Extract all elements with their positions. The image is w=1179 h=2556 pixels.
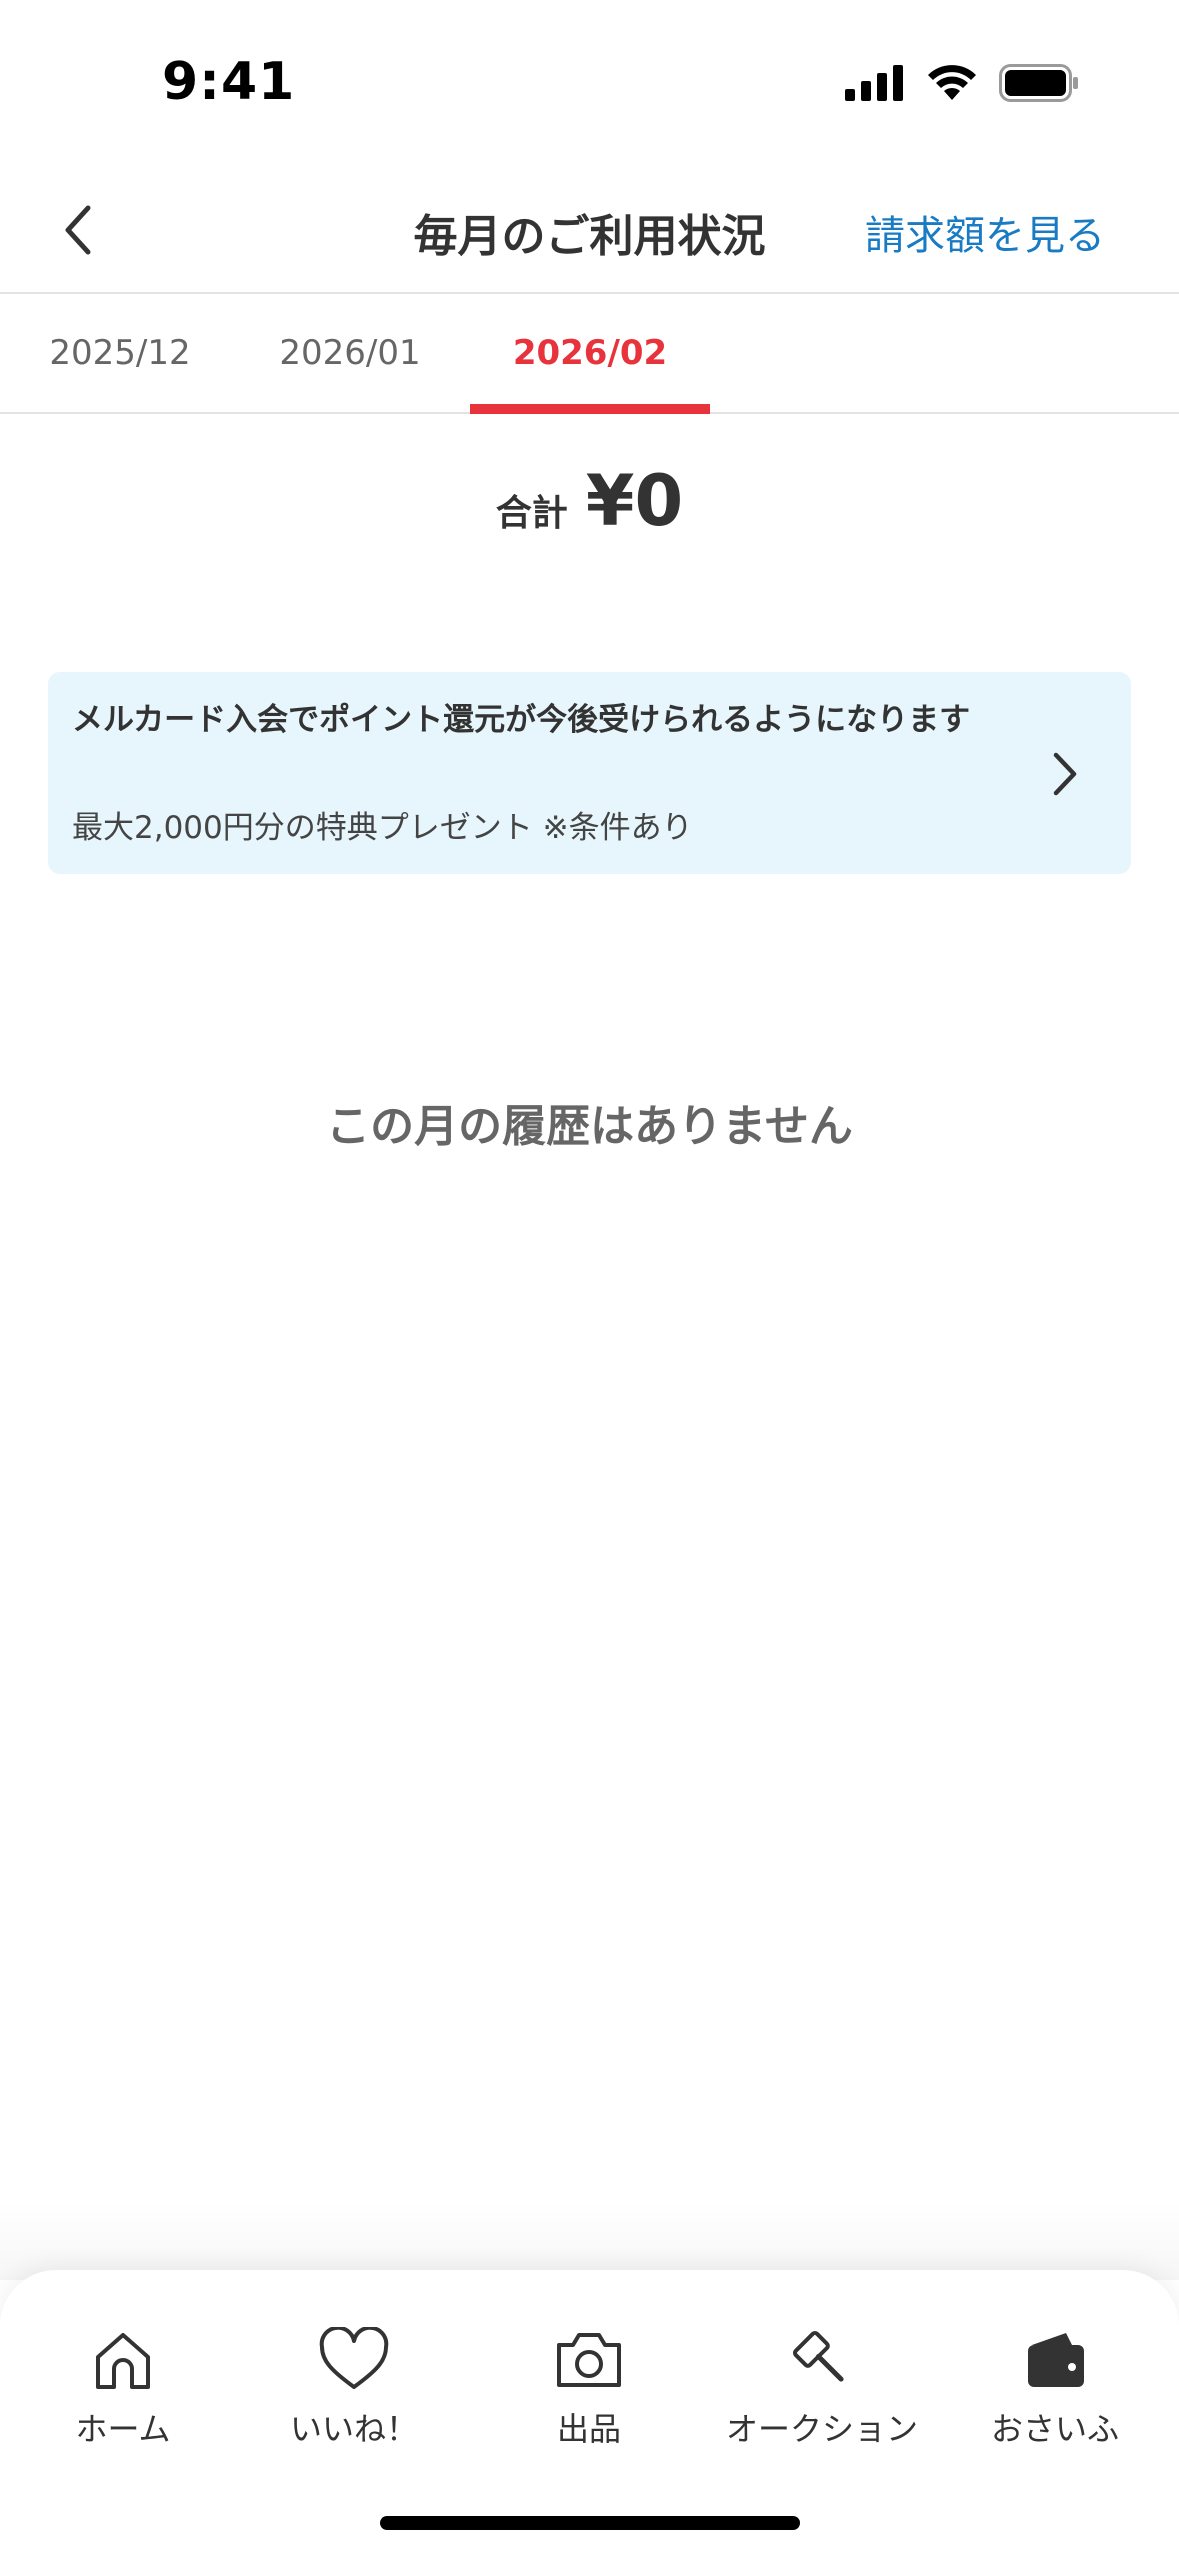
- screen: 9:41 毎月のご利用状況 請求額を見る 2025/12 2026/01 202…: [0, 0, 1179, 2556]
- tab-2025-12[interactable]: 2025/12: [0, 294, 240, 412]
- tabbar-label: おさいふ: [990, 2410, 1119, 2448]
- tabbar-item-wallet[interactable]: おさいふ: [938, 2324, 1172, 2454]
- tabbar-item-sell[interactable]: 出品: [472, 2324, 706, 2454]
- total-amount: ¥0: [585, 460, 684, 542]
- wallet-icon: [1019, 2324, 1091, 2396]
- total-summary: 合計 ¥0: [0, 460, 1179, 542]
- home-indicator[interactable]: [380, 2516, 800, 2530]
- chevron-right-icon: [1035, 744, 1095, 804]
- gavel-icon: [786, 2324, 858, 2396]
- cellular-signal-icon: [845, 65, 905, 105]
- tab-label: 2026/01: [279, 333, 421, 373]
- heart-icon: [318, 2324, 390, 2396]
- camera-icon: [553, 2324, 625, 2396]
- status-icons: [845, 64, 1079, 106]
- wifi-icon: [927, 64, 977, 106]
- tabbar-shadow: [0, 2200, 1179, 2280]
- empty-history-message: この月の履歴はありません: [326, 1101, 853, 1152]
- tab-label: 2026/02: [512, 333, 668, 373]
- tabbar-label: ホーム: [75, 2410, 171, 2448]
- bottom-tab-bar: ホーム いいね！ 出品 オークション おさいふ: [0, 2270, 1179, 2556]
- month-tabs: 2025/12 2026/01 2026/02: [0, 294, 1179, 414]
- tabbar-item-auction[interactable]: オークション: [705, 2324, 939, 2454]
- banner-subtitle: 最大2,000円分の特典プレゼント ※条件あり: [72, 810, 693, 846]
- tabbar-item-likes[interactable]: いいね！: [237, 2324, 471, 2454]
- tabbar-label: オークション: [725, 2410, 918, 2448]
- mercard-promo-banner[interactable]: メルカード入会でポイント還元が今後受けられるようになります 最大2,000円分の…: [48, 672, 1131, 874]
- home-icon: [87, 2324, 159, 2396]
- status-bar: 9:41: [0, 0, 1179, 170]
- tab-2026-01[interactable]: 2026/01: [230, 294, 470, 412]
- tab-2026-02[interactable]: 2026/02: [470, 294, 710, 414]
- tabbar-label: いいね！: [289, 2410, 418, 2448]
- tabbar-item-home[interactable]: ホーム: [6, 2324, 240, 2454]
- tab-label: 2025/12: [49, 333, 191, 373]
- banner-title: メルカード入会でポイント還元が今後受けられるようになります: [72, 702, 971, 738]
- status-time: 9:41: [162, 52, 296, 112]
- battery-icon: [999, 64, 1079, 106]
- nav-bar: 毎月のご利用状況 請求額を見る: [0, 170, 1179, 294]
- total-label: 合計: [495, 493, 568, 534]
- tabbar-label: 出品: [556, 2410, 621, 2448]
- view-billing-link[interactable]: 請求額を見る: [865, 170, 1105, 294]
- active-tab-indicator: [470, 404, 710, 414]
